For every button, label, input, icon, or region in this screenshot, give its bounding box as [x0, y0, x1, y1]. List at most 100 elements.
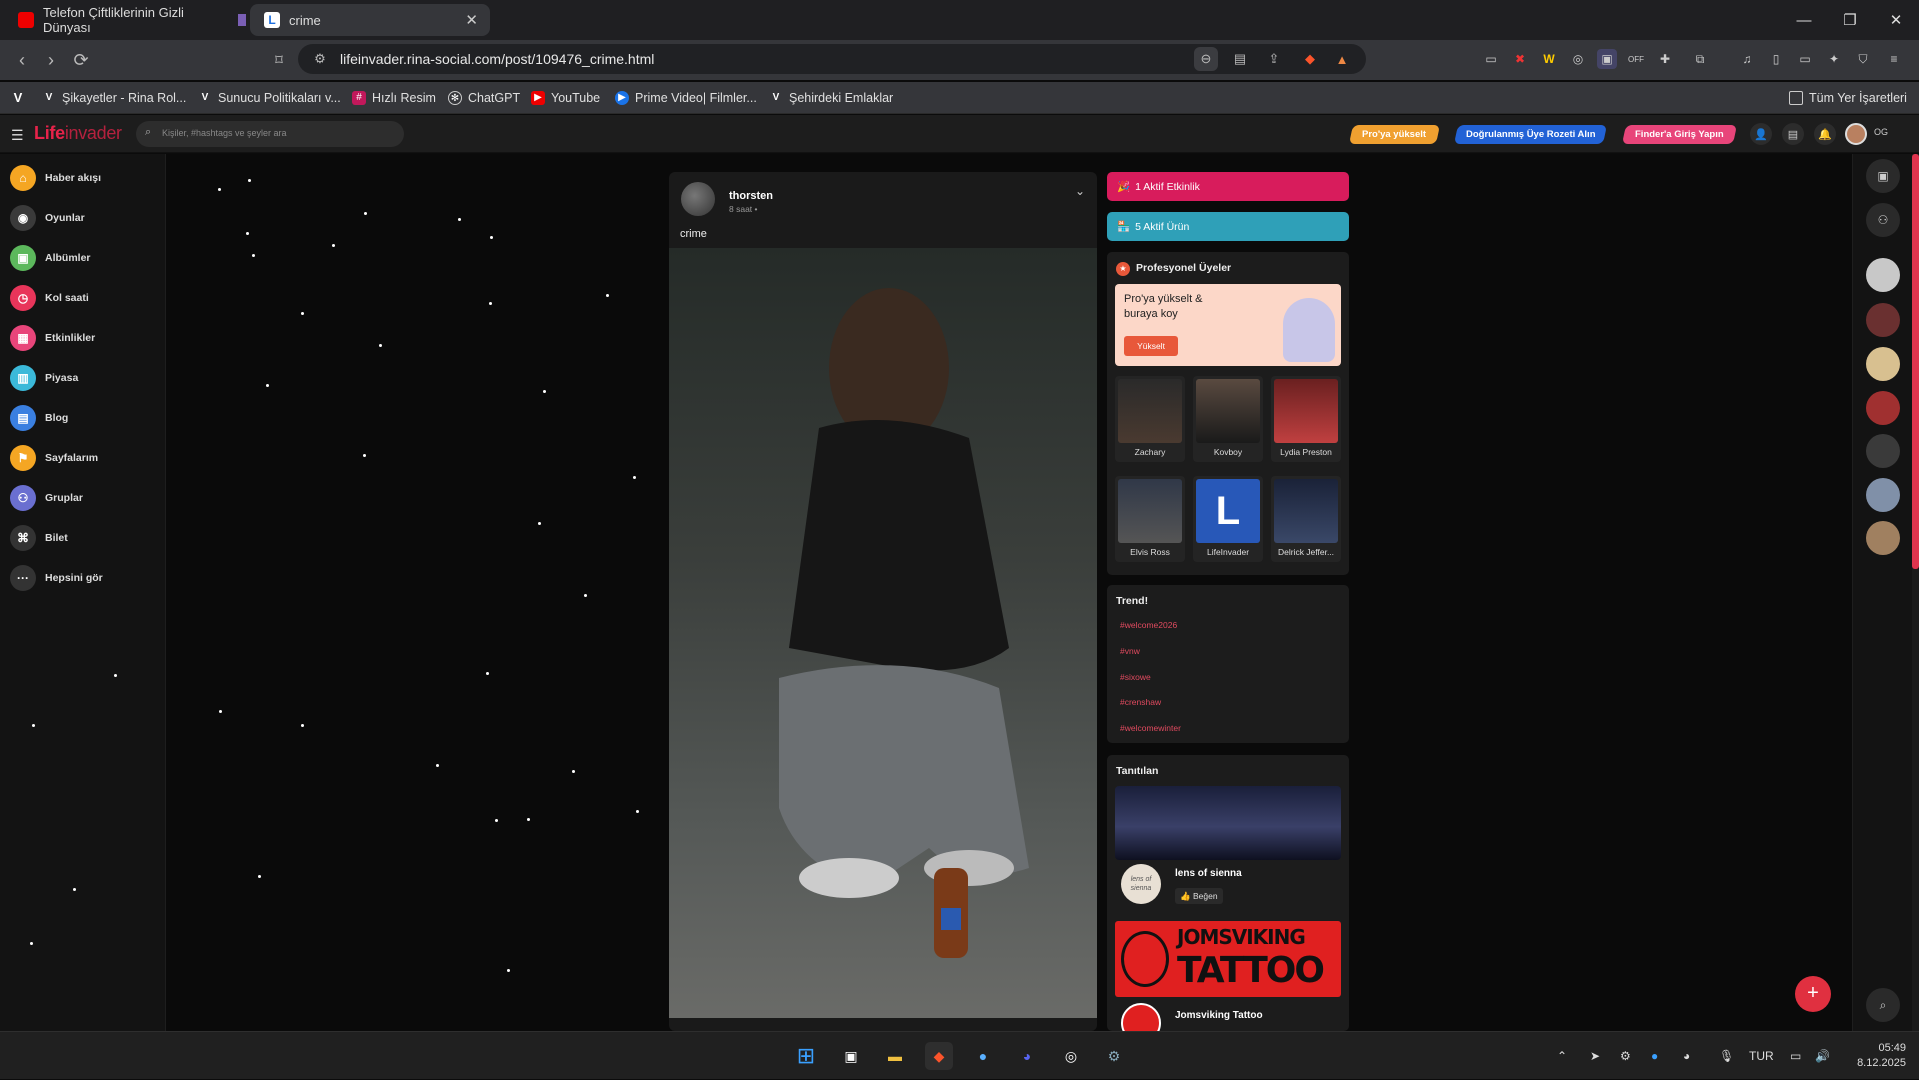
reload-icon[interactable]: ⟳ — [70, 49, 92, 71]
hamburger-menu-icon[interactable]: ☰ — [11, 127, 24, 144]
notifications-icon[interactable]: 🔔 — [1814, 123, 1836, 145]
member-card[interactable]: Zachary — [1115, 376, 1185, 462]
friend-requests-icon[interactable]: 👤 — [1750, 123, 1772, 145]
nav-see-all[interactable]: ··· Hepsini gör — [10, 564, 103, 592]
reader-mode-icon[interactable]: ▤ — [1228, 47, 1252, 71]
upgrade-button[interactable]: Yükselt — [1124, 336, 1178, 356]
member-card[interactable]: L LifeInvader — [1193, 476, 1263, 562]
extension-blue-icon[interactable]: ▣ — [1597, 49, 1617, 69]
tab-crime[interactable]: L crime ✕ — [250, 4, 490, 36]
minimize-icon[interactable]: — — [1781, 0, 1827, 40]
network-tray-icon[interactable]: ● — [1651, 1032, 1658, 1080]
clock[interactable]: 05:49 8.12.2025 — [1846, 1041, 1906, 1071]
user-avatar[interactable] — [1845, 123, 1867, 145]
volume-icon[interactable]: 🔊 — [1815, 1032, 1830, 1080]
bookmark-page-icon[interactable]: ⌑ — [268, 49, 290, 71]
back-icon[interactable]: ‹ — [11, 49, 33, 71]
promoted-name[interactable]: Jomsviking Tattoo — [1175, 1010, 1263, 1021]
member-card[interactable]: Kovboy — [1193, 376, 1263, 462]
bookmark-emlaklar[interactable]: V Şehirdeki Emlaklar — [769, 82, 894, 114]
leo-ai-icon[interactable]: ✦ — [1824, 49, 1844, 69]
contact-avatar[interactable] — [1866, 478, 1900, 512]
post-image[interactable] — [669, 248, 1097, 1018]
share-icon[interactable]: ⇪ — [1262, 47, 1286, 71]
bookmark-rina-logo[interactable]: V — [11, 82, 31, 114]
member-card[interactable]: Elvis Ross — [1115, 476, 1185, 562]
contact-avatar[interactable] — [1866, 521, 1900, 555]
tab-telefon[interactable]: Telefon Çiftliklerinin Gizli Dünyası — [4, 4, 246, 36]
like-button[interactable]: 👍 Beğen — [1175, 888, 1223, 904]
microphone-icon[interactable]: 🎙 — [1719, 1032, 1734, 1080]
close-tab-icon[interactable]: ✕ — [465, 11, 478, 29]
discord-icon[interactable]: ◕ — [1013, 1042, 1041, 1070]
nav-groups[interactable]: ⚇ Gruplar — [10, 484, 83, 512]
contact-avatar[interactable] — [1866, 303, 1900, 337]
brave-rewards-icon[interactable]: ▲ — [1330, 47, 1354, 71]
active-events-bar[interactable]: 🎉 1 Aktif Etkinlik — [1107, 172, 1349, 201]
extensions-puzzle-icon[interactable]: ✚ — [1655, 49, 1675, 69]
user-initials[interactable]: OG — [1874, 127, 1888, 137]
brave-browser-icon[interactable]: ◆ — [925, 1042, 953, 1070]
site-info-icon[interactable]: ⚙ — [308, 47, 332, 71]
tray-chevron-icon[interactable]: ⌃ — [1557, 1032, 1567, 1080]
brave-shields-icon[interactable]: ◆ — [1298, 47, 1322, 71]
bookmark-chatgpt[interactable]: ✻ ChatGPT — [448, 82, 520, 114]
bookmark-prime-video[interactable]: ▶ Prime Video| Filmler... — [615, 82, 757, 114]
close-window-icon[interactable]: ✕ — [1873, 0, 1919, 40]
page-scrollbar[interactable] — [1912, 154, 1919, 1031]
discord-tray-icon[interactable]: ◕ — [1683, 1032, 1690, 1080]
trend-tag[interactable]: #sixowe — [1120, 672, 1151, 682]
telegram-icon[interactable]: ➤ — [1590, 1032, 1600, 1080]
nav-blog[interactable]: ▤ Blog — [10, 404, 68, 432]
finder-login-button[interactable]: Finder'a Giriş Yapın — [1621, 125, 1738, 144]
extension-off-icon[interactable]: OFF — [1626, 49, 1646, 69]
extension-red-icon[interactable]: ✖ — [1510, 49, 1530, 69]
nav-games[interactable]: ◉ Oyunlar — [10, 204, 85, 232]
all-bookmarks[interactable]: Tüm Yer İşaretleri — [1789, 82, 1907, 114]
promoted-cover-image[interactable] — [1115, 786, 1341, 860]
post-author-name[interactable]: thorsten — [729, 190, 773, 202]
contact-avatar[interactable] — [1866, 347, 1900, 381]
app-orb-icon[interactable]: ● — [969, 1042, 997, 1070]
music-icon[interactable]: ♫ — [1737, 49, 1757, 69]
nav-albums[interactable]: ▣ Albümler — [10, 244, 91, 272]
vpn-icon[interactable]: ⛉ — [1853, 49, 1873, 69]
nav-ticket[interactable]: ⌘ Bilet — [10, 524, 68, 552]
contact-avatar[interactable] — [1866, 434, 1900, 468]
messages-icon[interactable]: ▤ — [1782, 123, 1804, 145]
bookmark-sunucu[interactable]: V Sunucu Politikaları v... — [198, 82, 341, 114]
print-icon[interactable]: ▭ — [1481, 49, 1501, 69]
trend-tag[interactable]: #welcomewinter — [1120, 723, 1181, 733]
member-card[interactable]: Delrick Jeffer... — [1271, 476, 1341, 562]
nav-events[interactable]: ▦ Etkinlikler — [10, 324, 95, 352]
add-friend-icon[interactable]: ⚇ — [1866, 203, 1900, 237]
wallet-icon[interactable]: ▭ — [1795, 49, 1815, 69]
file-explorer-icon[interactable]: ▬ — [881, 1042, 909, 1070]
trend-tag[interactable]: #vnw — [1120, 646, 1140, 656]
contact-avatar[interactable] — [1866, 391, 1900, 425]
trend-tag[interactable]: #welcome2026 — [1120, 620, 1177, 630]
contact-avatar[interactable] — [1866, 258, 1900, 292]
nav-market[interactable]: ▥ Piyasa — [10, 364, 78, 392]
promoted-banner[interactable]: JOMSVIKING TATTOO — [1115, 921, 1341, 997]
extension-translate-icon[interactable]: ⧉ — [1690, 49, 1710, 69]
promoted-name[interactable]: lens of sienna — [1175, 868, 1242, 879]
active-products-bar[interactable]: 🏪 5 Aktif Ürün — [1107, 212, 1349, 241]
search-contacts-icon[interactable]: ⌕ — [1866, 988, 1900, 1022]
windows-start-icon[interactable]: ⊞ — [792, 1042, 820, 1070]
steam-icon[interactable]: ⚙ — [1100, 1042, 1128, 1070]
trend-tag[interactable]: #crenshaw — [1120, 697, 1161, 707]
post-author-avatar[interactable] — [681, 182, 715, 216]
address-bar[interactable]: ⚙ lifeinvader.rina-social.com/post/10947… — [298, 44, 1366, 74]
search-input[interactable]: ⌕ Kişiler, #hashtags ve şeyler ara — [136, 121, 404, 147]
bookmark-youtube[interactable]: ▶ YouTube — [531, 82, 600, 114]
chat-icon[interactable]: ▣ — [1866, 159, 1900, 193]
scrollbar-thumb[interactable] — [1912, 154, 1919, 569]
bookmark-hizli-resim[interactable]: # Hızlı Resim — [352, 82, 436, 114]
nav-watch[interactable]: ◷ Kol saati — [10, 284, 89, 312]
restore-icon[interactable]: ❐ — [1827, 0, 1873, 40]
menu-icon[interactable]: ≡ — [1884, 49, 1904, 69]
promoted-logo[interactable]: lens of sienna — [1121, 864, 1161, 904]
sidebar-icon[interactable]: ▯ — [1766, 49, 1786, 69]
post-menu-chevron-icon[interactable]: ⌄ — [1075, 184, 1085, 198]
